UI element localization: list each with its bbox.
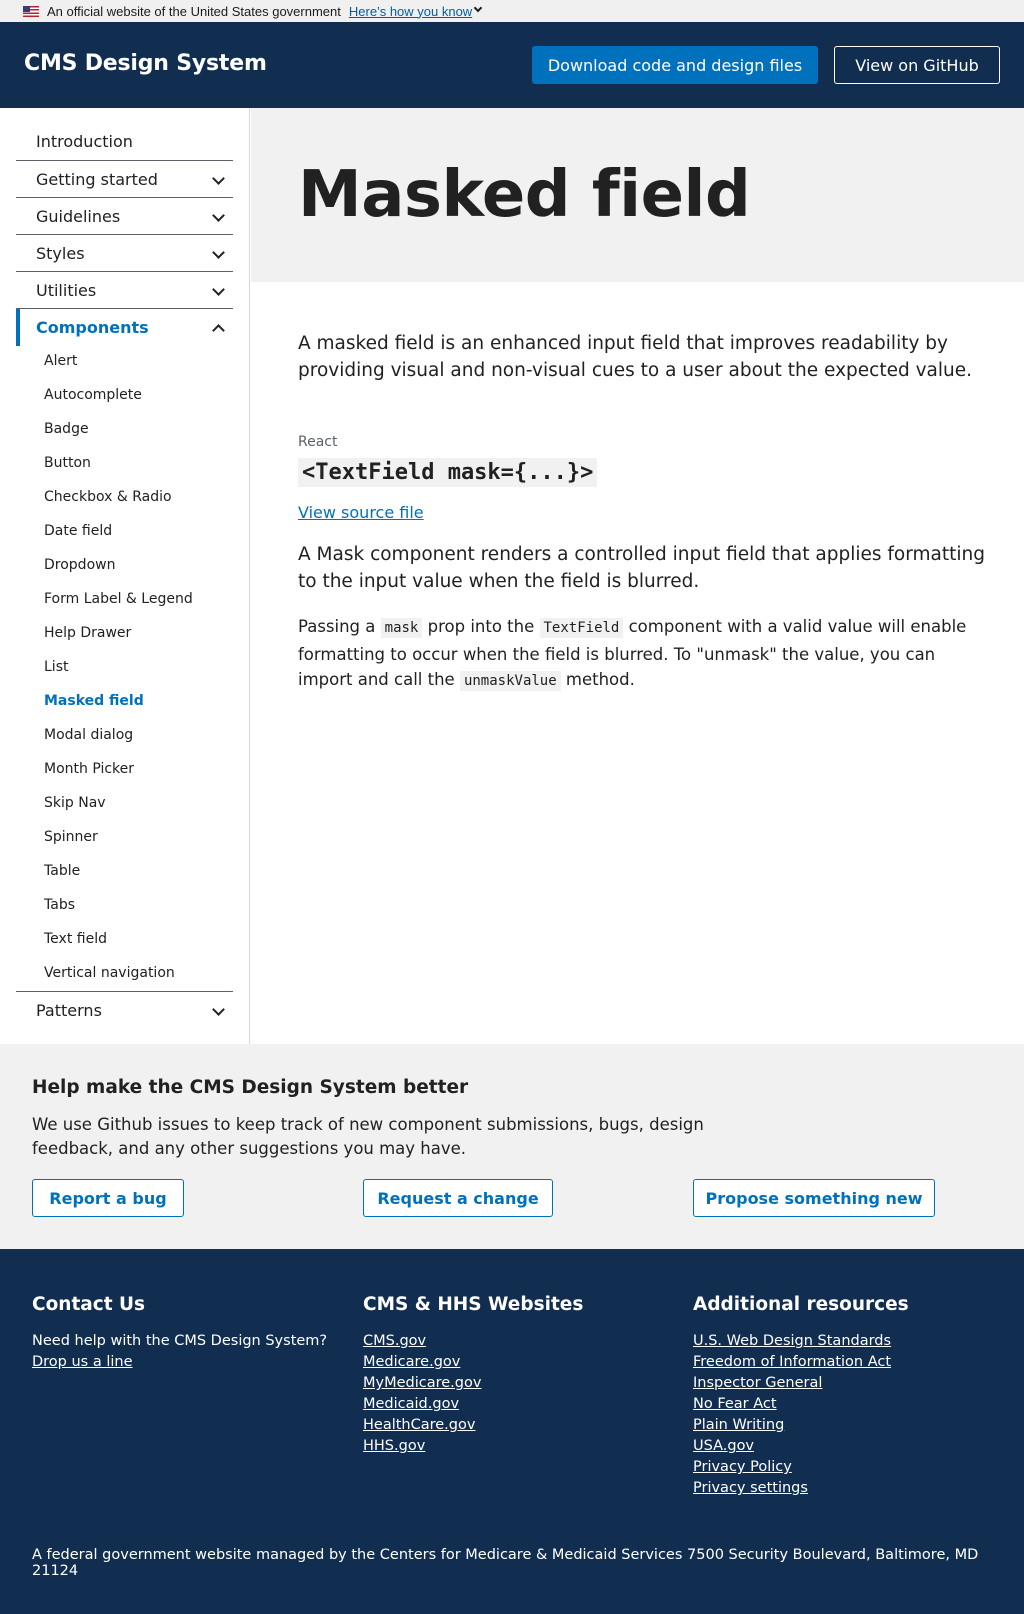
chevron-up-icon [212, 324, 225, 337]
us-flag-icon [23, 5, 39, 17]
footer-link-inspector-general[interactable]: Inspector General [693, 1373, 909, 1394]
chevron-down-icon [212, 283, 225, 296]
footer-link-foia[interactable]: Freedom of Information Act [693, 1352, 909, 1373]
text-run: prop into the [422, 617, 540, 636]
footer-link-usa-gov[interactable]: USA.gov [693, 1436, 909, 1457]
inline-code-mask: mask [380, 618, 423, 638]
sidebar-subitem-vertical-navigation[interactable]: Vertical navigation [44, 963, 175, 983]
sidebar-subitem-spinner[interactable]: Spinner [44, 827, 98, 847]
sidebar-subitem-modal-dialog[interactable]: Modal dialog [44, 725, 133, 745]
request-change-button[interactable]: Request a change [363, 1179, 553, 1217]
page-hero: Masked field [251, 108, 1024, 282]
react-label: React [298, 434, 338, 450]
footer-contact-link[interactable]: Drop us a line [32, 1352, 327, 1373]
sidebar-subitem-list[interactable]: List [44, 657, 68, 677]
footer-link-cms[interactable]: CMS.gov [363, 1331, 583, 1352]
github-button[interactable]: View on GitHub [834, 46, 1000, 84]
gov-banner-link[interactable]: Here’s how you know [349, 4, 472, 19]
gov-banner: An official website of the United States… [0, 0, 1024, 22]
sidebar-subitem-form-label-legend[interactable]: Form Label & Legend [44, 589, 193, 609]
chevron-down-icon [212, 246, 225, 259]
inline-code-unmaskvalue: unmaskValue [459, 671, 561, 691]
sidebar-item-label: Patterns [36, 1000, 102, 1020]
footer-link-privacy-settings[interactable]: Privacy settings [693, 1478, 909, 1499]
footer-websites: CMS & HHS Websites CMS.gov Medicare.gov … [363, 1294, 583, 1457]
sidebar-subitem-button[interactable]: Button [44, 453, 91, 473]
mask-usage-paragraph: Passing a mask prop into the TextField c… [298, 614, 988, 695]
chevron-down-icon [212, 172, 225, 185]
sidebar-item-introduction[interactable]: Introduction [16, 123, 233, 160]
footer-link-hhs[interactable]: HHS.gov [363, 1436, 583, 1457]
footer-bottom-text: A federal government website managed by … [32, 1547, 979, 1579]
lead-paragraph: A masked field is an enhanced input fiel… [298, 333, 973, 381]
sidebar-subitem-table[interactable]: Table [44, 861, 80, 881]
site-footer: Contact Us Need help with the CMS Design… [0, 1249, 1024, 1614]
help-text: We use Github issues to keep track of ne… [32, 1115, 704, 1158]
sidebar-item-label: Utilities [36, 280, 97, 300]
page-title: Masked field [298, 158, 751, 232]
sidebar-item-patterns[interactable]: Patterns [16, 991, 233, 1028]
footer-link-healthcare[interactable]: HealthCare.gov [363, 1415, 583, 1436]
sidebar-item-utilities[interactable]: Utilities [16, 271, 233, 308]
text-run: method. [560, 670, 635, 689]
component-code-title: <TextField mask={...}> [298, 458, 598, 487]
sidebar-subitem-dropdown[interactable]: Dropdown [44, 555, 115, 575]
propose-new-button[interactable]: Propose something new [693, 1179, 935, 1217]
sidebar-subitem-checkbox-radio[interactable]: Checkbox & Radio [44, 487, 172, 507]
mask-description: A Mask component renders a controlled in… [298, 544, 985, 592]
footer-websites-title: CMS & HHS Websites [363, 1294, 584, 1315]
sidebar-subitem-date-field[interactable]: Date field [44, 521, 112, 541]
sidebar-subitem-tabs[interactable]: Tabs [44, 895, 75, 915]
sidebar-subitem-masked-field[interactable]: Masked field [44, 691, 144, 711]
sidebar-item-getting-started[interactable]: Getting started [16, 160, 233, 197]
footer-contact: Contact Us Need help with the CMS Design… [32, 1294, 327, 1373]
text-run: Passing a [298, 617, 381, 636]
help-title: Help make the CMS Design System better [32, 1077, 469, 1098]
help-section: Help make the CMS Design System better W… [0, 1044, 1024, 1249]
footer-resources: Additional resources U.S. Web Design Sta… [693, 1294, 909, 1499]
sidebar-item-label: Guidelines [36, 206, 121, 226]
sidebar-subitem-autocomplete[interactable]: Autocomplete [44, 385, 142, 405]
sidebar-item-styles[interactable]: Styles [16, 234, 233, 271]
sidebar-item-components[interactable]: Components [16, 308, 233, 346]
chevron-down-icon [212, 1003, 225, 1016]
sidebar-subitem-month-picker[interactable]: Month Picker [44, 759, 134, 779]
sidebar-subitem-help-drawer[interactable]: Help Drawer [44, 623, 131, 643]
sidebar-nav: Introduction Getting started Guidelines … [0, 108, 250, 1044]
sidebar-subitem-skip-nav[interactable]: Skip Nav [44, 793, 106, 813]
footer-resources-title: Additional resources [693, 1294, 909, 1315]
sidebar-item-guidelines[interactable]: Guidelines [16, 197, 233, 234]
gov-banner-text: An official website of the United States… [47, 3, 341, 19]
footer-contact-text: Need help with the CMS Design System? [32, 1333, 328, 1349]
footer-link-medicaid[interactable]: Medicaid.gov [363, 1394, 583, 1415]
sidebar-item-label: Getting started [36, 169, 158, 189]
chevron-down-icon [212, 209, 225, 222]
chevron-down-icon[interactable] [473, 3, 483, 13]
footer-link-plain-writing[interactable]: Plain Writing [693, 1415, 909, 1436]
footer-link-uswds[interactable]: U.S. Web Design Standards [693, 1331, 909, 1352]
sidebar-subitem-badge[interactable]: Badge [44, 419, 89, 439]
inline-code-textfield: TextField [539, 618, 624, 638]
sidebar-item-label: Components [36, 317, 149, 337]
view-source-link[interactable]: View source file [298, 503, 424, 522]
site-header: CMS Design System Download code and desi… [0, 22, 1024, 108]
footer-link-no-fear-act[interactable]: No Fear Act [693, 1394, 909, 1415]
sidebar-item-label: Styles [36, 243, 85, 263]
sidebar-subitem-alert[interactable]: Alert [44, 351, 77, 371]
footer-link-mymedicare[interactable]: MyMedicare.gov [363, 1373, 583, 1394]
download-button[interactable]: Download code and design files [532, 46, 818, 84]
sidebar-item-label: Introduction [36, 132, 133, 151]
sidebar-subitem-text-field[interactable]: Text field [44, 929, 107, 949]
site-title[interactable]: CMS Design System [24, 51, 267, 76]
footer-contact-title: Contact Us [32, 1294, 146, 1315]
footer-link-medicare[interactable]: Medicare.gov [363, 1352, 583, 1373]
report-bug-button[interactable]: Report a bug [32, 1179, 184, 1217]
footer-link-privacy-policy[interactable]: Privacy Policy [693, 1457, 909, 1478]
